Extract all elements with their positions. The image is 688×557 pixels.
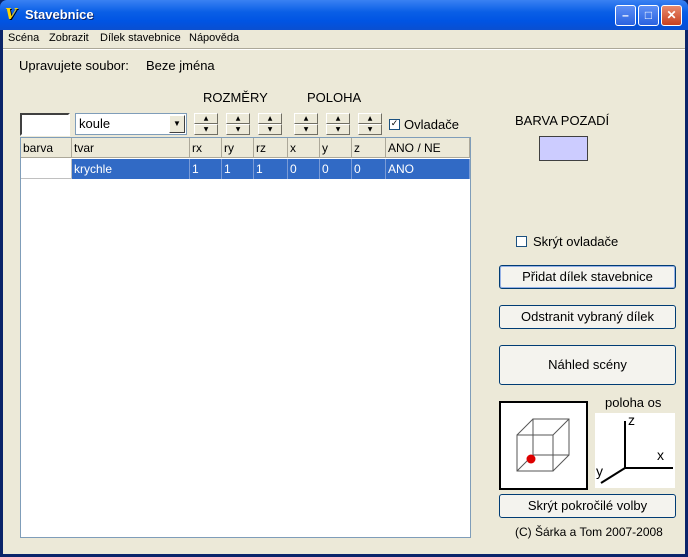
add-part-button[interactable]: Přidat dílek stavebnice [499,265,676,289]
column-header-x[interactable]: x [288,138,320,158]
shape-select-value: koule [79,116,111,131]
axis-z-label: z [628,412,635,428]
maximize-button[interactable]: □ [638,5,659,26]
spin-up-icon[interactable]: ▲ [326,113,350,124]
menu-separator [3,48,685,50]
menu-scena[interactable]: Scéna [8,32,39,44]
minimize-icon: – [622,8,629,22]
spin-down-icon[interactable]: ▼ [258,124,282,135]
client-area: Scéna Zobrazit Dílek stavebnice Nápověda… [3,30,685,554]
table-cell-y[interactable]: 0 [320,159,352,179]
spin-up-icon[interactable]: ▲ [194,113,218,124]
hide-advanced-button[interactable]: Skrýt pokročilé volby [499,494,676,518]
minimize-button[interactable]: – [615,5,636,26]
rx-spinner[interactable]: ▲ ▼ [194,113,218,135]
table-cell-tvar[interactable]: krychle [72,159,190,179]
spin-up-icon[interactable]: ▲ [258,113,282,124]
spin-up-icon[interactable]: ▲ [226,113,250,124]
origin-marker [526,454,536,464]
hide-controls-label: Skrýt ovladače [533,234,619,249]
file-name: Beze jména [146,58,215,73]
column-header-rz[interactable]: rz [254,138,288,158]
spin-up-icon[interactable]: ▲ [294,113,318,124]
chevron-down-icon[interactable]: ▼ [169,115,185,133]
y-spinner[interactable]: ▲ ▼ [326,113,350,135]
axes-position-heading: poloha os [605,395,662,410]
close-icon: ✕ [666,8,677,22]
part-color-box[interactable] [20,113,70,136]
rz-spinner[interactable]: ▲ ▼ [258,113,282,135]
maximize-icon: □ [644,8,653,22]
column-header-barva[interactable]: barva [21,138,72,158]
column-header-z[interactable]: z [352,138,386,158]
x-spinner[interactable]: ▲ ▼ [294,113,318,135]
table-cell-visible[interactable]: ANO [386,159,470,179]
spin-down-icon[interactable]: ▼ [358,124,382,135]
position-heading: POLOHA [307,90,362,105]
controls-checkbox[interactable]: ✓ [389,119,400,130]
spin-down-icon[interactable]: ▼ [194,124,218,135]
table-cell-barva[interactable] [21,159,72,179]
table-cell-rx[interactable]: 1 [190,159,222,179]
hide-controls-checkbox[interactable] [516,236,527,247]
menu-zobrazit[interactable]: Zobrazit [49,32,89,44]
cube-icon [516,418,570,472]
checkmark-icon: ✓ [390,119,399,129]
table-cell-z[interactable]: 0 [352,159,386,179]
title-bar[interactable]: V Stavebnice – □ ✕ [0,0,688,30]
spin-up-icon[interactable]: ▲ [358,113,382,124]
column-header-rx[interactable]: rx [190,138,222,158]
close-button[interactable]: ✕ [661,5,682,26]
ry-spinner[interactable]: ▲ ▼ [226,113,250,135]
menu-napoveda[interactable]: Nápověda [189,32,239,44]
copyright-text: (C) Šárka a Tom 2007-2008 [515,525,663,539]
window-title: Stavebnice [25,7,94,22]
spin-down-icon[interactable]: ▼ [294,124,318,135]
spin-down-icon[interactable]: ▼ [326,124,350,135]
axes-orientation: z x y [595,412,675,488]
z-spinner[interactable]: ▲ ▼ [358,113,382,135]
column-header-ano-ne[interactable]: ANO / NE [386,138,470,158]
controls-checkbox-label: Ovladače [404,117,459,132]
table-cell-x[interactable]: 0 [288,159,320,179]
shape-select[interactable]: koule ▼ [75,113,187,135]
remove-part-button[interactable]: Odstranit vybraný dílek [499,305,676,329]
file-label: Upravujete soubor: [19,58,129,73]
spin-down-icon[interactable]: ▼ [226,124,250,135]
axis-x-label: x [657,447,664,463]
background-color-swatch[interactable] [539,136,588,161]
parts-table: barva tvar rx ry rz x y z ANO / NE krych… [20,137,471,538]
menu-bar: Scéna Zobrazit Dílek stavebnice Nápověda [3,30,685,48]
column-header-tvar[interactable]: tvar [72,138,190,158]
table-cell-ry[interactable]: 1 [222,159,254,179]
app-logo-icon: V [5,5,17,23]
preview-scene-button[interactable]: Náhled scény [499,345,676,385]
dimensions-heading: ROZMĚRY [203,90,268,105]
application-window: V Stavebnice – □ ✕ Scéna Zobrazit Dílek … [0,0,688,557]
background-color-heading: BARVA POZADÍ [515,113,610,128]
cube-preview[interactable] [499,401,588,490]
column-header-ry[interactable]: ry [222,138,254,158]
menu-dilek-stavebnice[interactable]: Dílek stavebnice [100,32,181,44]
table-cell-rz[interactable]: 1 [254,159,288,179]
axis-y-label: y [596,463,603,479]
column-header-y[interactable]: y [320,138,352,158]
